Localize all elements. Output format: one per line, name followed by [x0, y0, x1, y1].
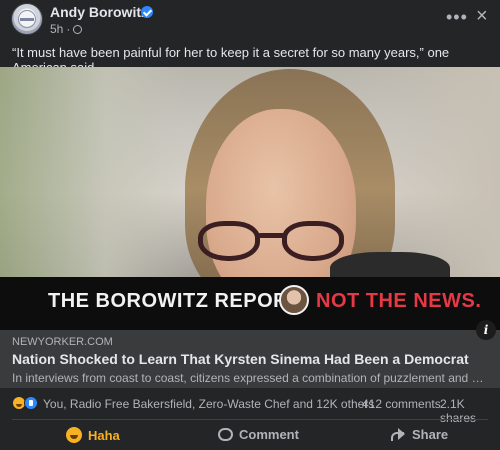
- photo-shirt: [330, 252, 450, 277]
- post-header: Andy Borowitz 5h · ••• ×: [0, 0, 500, 40]
- banner-title: THE BOROWITZ REPORT: [48, 290, 301, 312]
- comment-button[interactable]: Comment: [218, 427, 299, 442]
- link-domain: NEWYORKER.COM: [12, 336, 113, 348]
- like-reaction-icon[interactable]: [24, 396, 38, 410]
- banner-tagline: NOT THE NEWS.: [316, 290, 482, 312]
- info-icon[interactable]: i: [476, 320, 496, 340]
- comment-icon: [218, 428, 233, 441]
- comments-count[interactable]: 412 comments: [362, 397, 441, 411]
- globe-icon: [73, 24, 83, 34]
- link-description: In interviews from coast to coast, citiz…: [12, 371, 488, 385]
- haha-button[interactable]: Haha: [66, 427, 120, 443]
- author-avatar[interactable]: [11, 3, 43, 35]
- avatar-seal-bar: [20, 18, 34, 21]
- comment-label: Comment: [239, 427, 299, 442]
- banner-avatar: [279, 285, 309, 315]
- post-time[interactable]: 5h: [50, 22, 63, 36]
- glasses-lens-left: [198, 221, 260, 261]
- close-icon[interactable]: ×: [476, 6, 488, 26]
- photo-glasses: [196, 217, 346, 267]
- more-options-icon[interactable]: •••: [446, 8, 468, 26]
- photo-background-left: [0, 67, 190, 277]
- engagement-stats: You, Radio Free Bakersfield, Zero-Waste …: [0, 394, 500, 425]
- link-info[interactable]: i NEWYORKER.COM Nation Shocked to Learn …: [0, 320, 500, 388]
- share-icon: [390, 427, 406, 442]
- haha-icon: [66, 427, 82, 443]
- action-bar: Haha Comment Share: [0, 423, 500, 450]
- share-button[interactable]: Share: [390, 427, 448, 442]
- link-preview-image[interactable]: [0, 67, 500, 277]
- report-banner[interactable]: THE BOROWITZ REPORT NOT THE NEWS.: [0, 277, 500, 330]
- share-label: Share: [412, 427, 449, 442]
- author-name[interactable]: Andy Borowitz: [50, 4, 148, 20]
- reactors-summary[interactable]: You, Radio Free Bakersfield, Zero-Waste …: [43, 397, 374, 411]
- haha-label: Haha: [88, 427, 120, 443]
- shares-count[interactable]: 2.1K shares: [440, 397, 500, 425]
- glasses-lens-right: [282, 221, 344, 261]
- actions-divider: [12, 419, 488, 420]
- verified-badge-icon: [141, 6, 153, 18]
- link-title[interactable]: Nation Shocked to Learn That Kyrsten Sin…: [12, 351, 492, 367]
- post-meta: 5h ·: [50, 22, 83, 36]
